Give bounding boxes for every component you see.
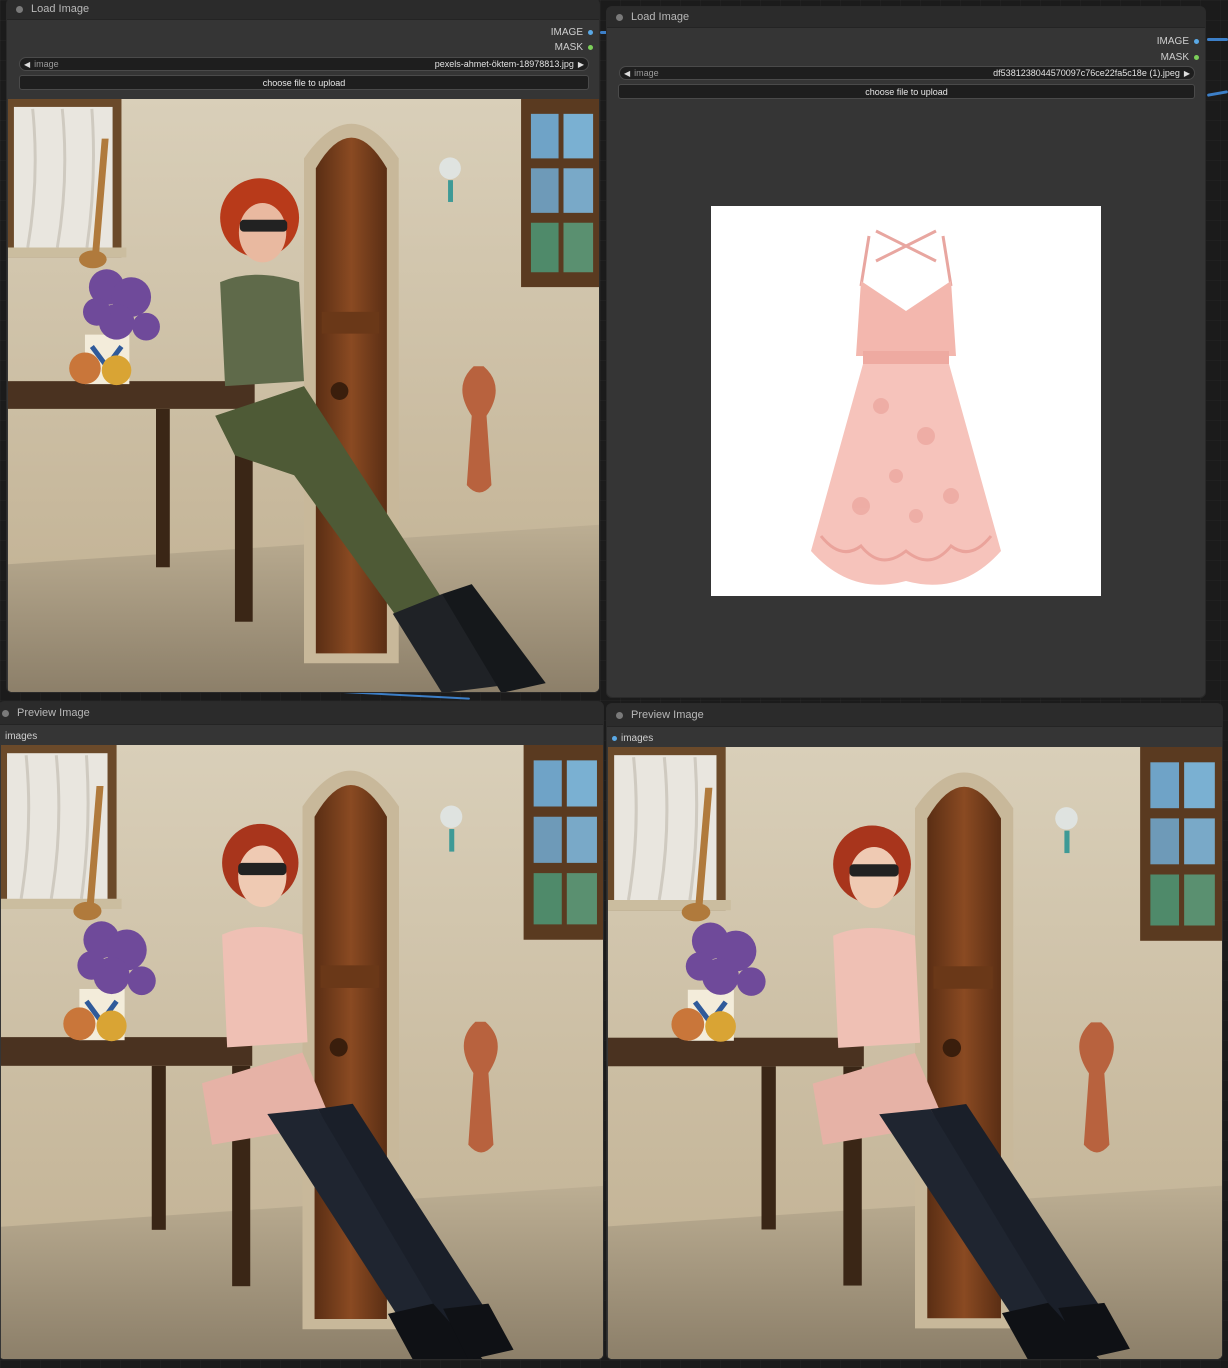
link-wire — [1206, 90, 1228, 97]
preview-image-node-left[interactable]: Preview Image images — [0, 701, 604, 1360]
output-label: IMAGE — [550, 27, 583, 38]
combo-label: image — [634, 68, 659, 78]
node-title: Preview Image — [631, 709, 704, 721]
output-image[interactable]: IMAGE — [551, 27, 593, 38]
image-preview — [1, 745, 604, 1359]
mask-output-port-icon[interactable] — [1194, 55, 1199, 60]
images-input-port-icon[interactable] — [612, 736, 617, 741]
image-preview — [8, 99, 600, 692]
output-label: IMAGE — [1156, 36, 1189, 47]
image-combo[interactable]: ◀ image df5381238044570097c76ce22fa5c18e… — [619, 66, 1195, 80]
mask-output-port-icon[interactable] — [588, 45, 593, 50]
combo-label: image — [34, 59, 59, 69]
node-title-bar[interactable]: Preview Image — [607, 704, 1222, 727]
node-title: Load Image — [631, 11, 690, 23]
load-image-node-person[interactable]: Load Image IMAGE MASK ◀ image pexels-ahm… — [6, 0, 600, 693]
arrow-left-icon[interactable]: ◀ — [20, 60, 34, 69]
node-title-bar[interactable]: Load Image — [607, 7, 1205, 28]
output-image[interactable]: IMAGE — [1157, 36, 1199, 47]
load-image-node-garment[interactable]: Load Image IMAGE MASK ◀ image df53812380… — [606, 6, 1206, 698]
combo-value: df5381238044570097c76ce22fa5c18e (1).jpe… — [993, 68, 1180, 78]
output-label: MASK — [1160, 52, 1189, 63]
input-label: images — [5, 731, 38, 742]
preview-image-node-right[interactable]: Preview Image images — [606, 703, 1223, 1360]
collapse-dot-icon[interactable] — [16, 5, 23, 13]
node-title: Preview Image — [17, 707, 90, 719]
image-combo[interactable]: ◀ image pexels-ahmet-öktem-18978813.jpg … — [19, 57, 589, 71]
choose-file-button[interactable]: choose file to upload — [19, 75, 589, 90]
image-output-port-icon[interactable] — [1194, 39, 1199, 44]
output-label: MASK — [554, 42, 583, 53]
node-title-bar[interactable]: Load Image — [7, 0, 599, 20]
choose-file-button[interactable]: choose file to upload — [618, 84, 1195, 99]
node-title-bar[interactable]: Preview Image — [0, 702, 603, 725]
combo-value: pexels-ahmet-öktem-18978813.jpg — [434, 59, 574, 69]
arrow-right-icon[interactable]: ▶ — [1180, 69, 1194, 78]
image-preview — [608, 747, 1222, 1359]
dress-figure — [811, 229, 1001, 585]
image-preview — [711, 206, 1101, 596]
input-label: images — [621, 733, 654, 744]
output-mask[interactable]: MASK — [555, 42, 593, 53]
link-wire — [1207, 38, 1228, 41]
collapse-dot-icon[interactable] — [616, 711, 623, 719]
image-output-port-icon[interactable] — [588, 30, 593, 35]
collapse-dot-icon[interactable] — [616, 13, 623, 21]
node-title: Load Image — [31, 3, 90, 15]
input-images[interactable]: images — [5, 731, 37, 742]
output-mask[interactable]: MASK — [1161, 52, 1199, 63]
arrow-right-icon[interactable]: ▶ — [574, 60, 588, 69]
arrow-left-icon[interactable]: ◀ — [620, 69, 634, 78]
input-images[interactable]: images — [612, 733, 653, 744]
collapse-dot-icon[interactable] — [2, 709, 9, 717]
